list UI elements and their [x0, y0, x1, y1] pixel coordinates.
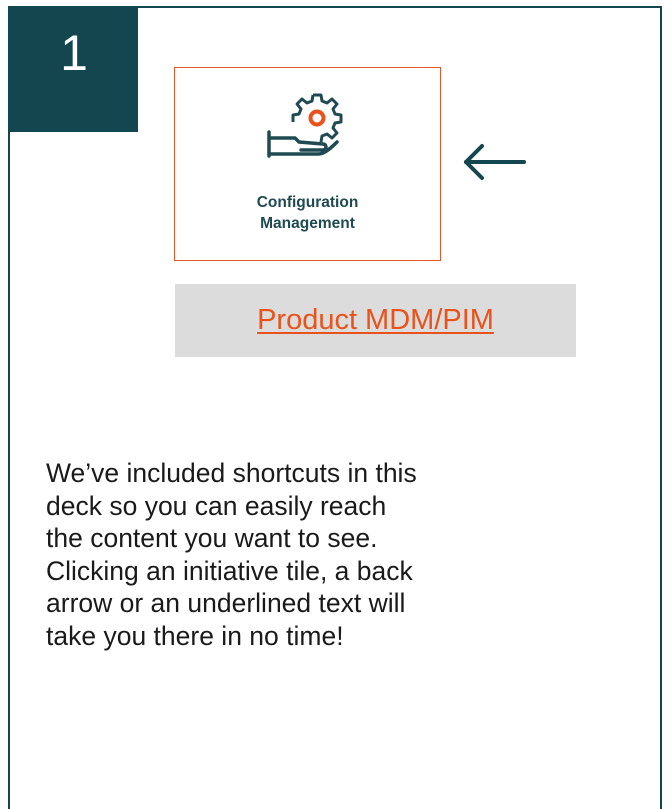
product-mdm-pim-link[interactable]: Product MDM/PIM: [257, 304, 494, 337]
tile-label-line-2: Management: [260, 215, 355, 232]
description-line: Clicking an initiative tile, a back: [46, 555, 413, 586]
description-line: take you there in no time!: [46, 620, 344, 651]
tile-label: Configuration Management: [175, 192, 440, 234]
shortcut-description: We’ve included shortcuts in this deck so…: [46, 457, 636, 652]
arrow-left-icon[interactable]: [460, 140, 528, 184]
step-number-badge: 1: [10, 6, 138, 132]
tile-label-line-1: Configuration: [256, 194, 359, 211]
description-line: deck so you can easily reach: [46, 490, 387, 521]
product-mdm-pim-box: Product MDM/PIM: [175, 284, 576, 357]
gear-in-hand-icon: [267, 93, 343, 158]
configuration-management-tile[interactable]: Configuration Management: [174, 67, 441, 261]
description-line: the content you want to see.: [46, 523, 378, 553]
description-line: We’ve included shortcuts in this: [46, 458, 417, 488]
description-line: arrow or an underlined text will: [46, 588, 406, 618]
step-number: 1: [60, 25, 88, 81]
